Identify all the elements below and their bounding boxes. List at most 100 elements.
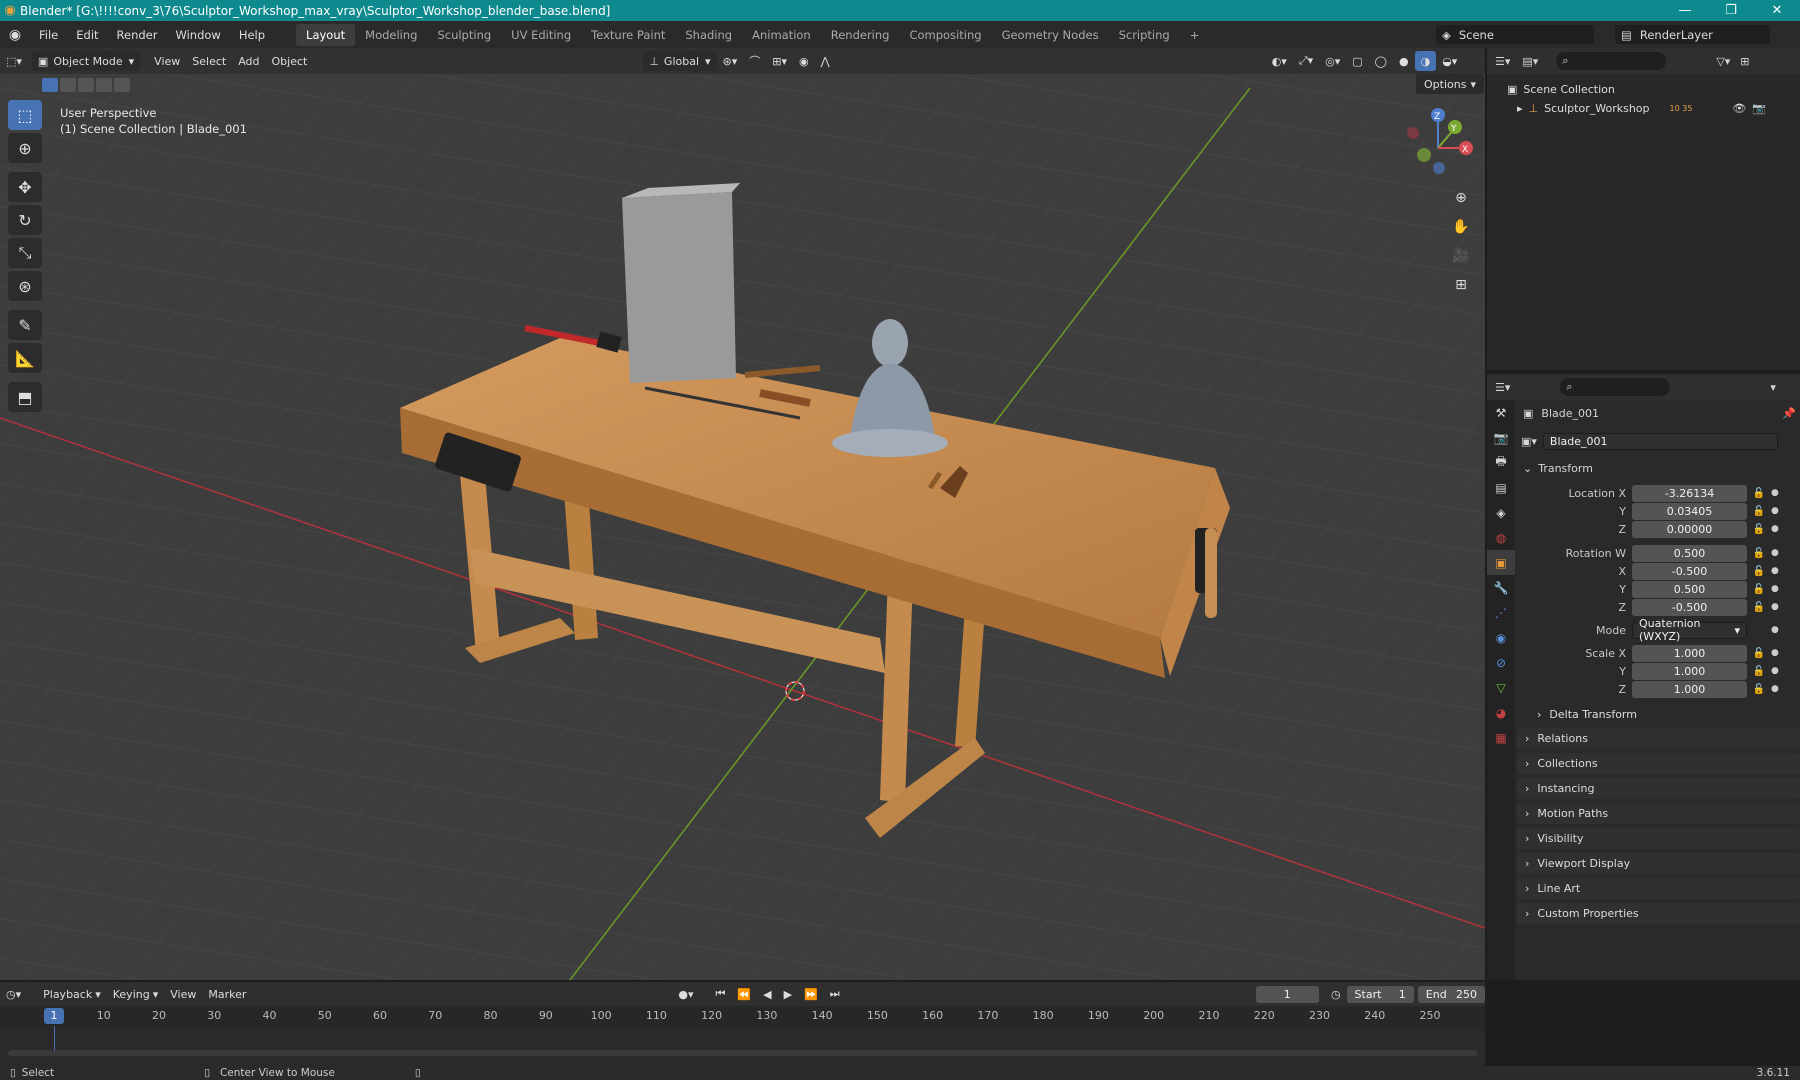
zoom-icon[interactable]: ⊕ bbox=[1448, 185, 1474, 211]
measure-tool-icon[interactable]: 📐 bbox=[8, 343, 42, 373]
select-new-icon[interactable] bbox=[42, 78, 58, 92]
pivot-point-icon[interactable]: ⊛▾ bbox=[717, 51, 744, 71]
workspace-tab[interactable]: UV Editing bbox=[501, 24, 581, 46]
pan-hand-icon[interactable]: ✋ bbox=[1448, 214, 1474, 240]
workspace-tab[interactable]: Rendering bbox=[821, 24, 900, 46]
current-frame-field[interactable]: 1 bbox=[1255, 985, 1319, 1003]
custom-properties-panel[interactable]: › Custom Properties bbox=[1517, 903, 1800, 924]
keyframe-dot-icon[interactable]: ● bbox=[1771, 524, 1781, 534]
select-subtract-icon[interactable] bbox=[78, 78, 94, 92]
move-tool-icon[interactable]: ✥ bbox=[8, 172, 42, 202]
location-z-field[interactable]: 0.00000 bbox=[1632, 520, 1747, 538]
keyframe-dot-icon[interactable]: ● bbox=[1771, 506, 1781, 516]
select-extend-icon[interactable] bbox=[60, 78, 76, 92]
location-y-field[interactable]: 0.03405 bbox=[1632, 502, 1747, 520]
minimize-button[interactable]: — bbox=[1662, 3, 1708, 18]
collections-panel[interactable]: › Collections bbox=[1517, 753, 1800, 774]
world-tab-icon[interactable]: ◍ bbox=[1487, 525, 1515, 550]
workspace-tab[interactable]: Sculpting bbox=[427, 24, 501, 46]
rotation-mode-dropdown[interactable]: Quaternion (WXYZ) ▾ bbox=[1632, 617, 1747, 643]
add-workspace-button[interactable]: + bbox=[1180, 24, 1210, 46]
options-dropdown[interactable]: Options ▾ bbox=[1416, 74, 1484, 94]
tool-tab-icon[interactable]: ⚒ bbox=[1487, 400, 1515, 425]
xray-icon[interactable]: ▢ bbox=[1346, 51, 1368, 71]
physics-tab-icon[interactable]: ◉ bbox=[1487, 625, 1515, 650]
render-tab-icon[interactable]: 📷 bbox=[1487, 425, 1515, 450]
keyframe-dot-icon[interactable]: ● bbox=[1771, 666, 1781, 676]
blender-menu-icon[interactable]: ◉ bbox=[0, 27, 30, 43]
cursor-tool-icon[interactable]: ⊕ bbox=[8, 133, 42, 163]
ortho-grid-icon[interactable]: ⊞ bbox=[1448, 272, 1474, 298]
keyframe-dot-icon[interactable]: ● bbox=[1771, 602, 1781, 612]
lock-icon[interactable]: 🔓 bbox=[1747, 524, 1771, 535]
lock-icon[interactable]: 🔓 bbox=[1747, 648, 1771, 659]
scene-tab-icon[interactable]: ◈ bbox=[1487, 500, 1515, 525]
frame-ruler[interactable]: 1 10 20 30 40 50 60 70 80 90 100 110 120 130 140 150 160… bbox=[0, 1006, 1485, 1026]
data-tab-icon[interactable]: ▽ bbox=[1487, 675, 1515, 700]
menu-edit[interactable]: Edit bbox=[67, 28, 107, 42]
scene-selector[interactable]: ◈ Scene bbox=[1436, 25, 1594, 44]
select-box-tool-icon[interactable]: ⬚ bbox=[8, 100, 42, 130]
end-frame-field[interactable]: End 250 bbox=[1417, 985, 1486, 1003]
expand-arrow-icon[interactable]: ▸ bbox=[1517, 102, 1523, 115]
menu-window[interactable]: Window bbox=[166, 28, 229, 42]
new-collection-icon[interactable]: ⊞ bbox=[1740, 55, 1749, 68]
filter-icon[interactable]: ▽▾ bbox=[1716, 55, 1730, 68]
menu-help[interactable]: Help bbox=[230, 28, 274, 42]
menu-render[interactable]: Render bbox=[108, 28, 167, 42]
workspace-tab[interactable]: Scripting bbox=[1109, 24, 1180, 46]
properties-editor-icon[interactable]: ☰▾ bbox=[1495, 381, 1510, 394]
viewport-menu-object[interactable]: Object bbox=[266, 51, 314, 71]
outliner-search-input[interactable]: ⌕ bbox=[1556, 52, 1667, 70]
workspace-tab[interactable]: Texture Paint bbox=[581, 24, 675, 46]
lock-icon[interactable]: 🔓 bbox=[1747, 506, 1771, 517]
close-button[interactable]: ✕ bbox=[1754, 3, 1800, 18]
keyframe-dot-icon[interactable]: ● bbox=[1771, 488, 1781, 498]
visibility-panel[interactable]: › Visibility bbox=[1517, 828, 1800, 849]
transform-orientation-selector[interactable]: ⊥ Global ▾ bbox=[643, 51, 717, 71]
workspace-tab[interactable]: Shading bbox=[675, 24, 742, 46]
prev-keyframe-icon[interactable]: ⏪ bbox=[731, 984, 757, 1004]
lock-icon[interactable]: 🔓 bbox=[1747, 666, 1771, 677]
lock-icon[interactable]: 🔓 bbox=[1747, 602, 1771, 613]
instancing-panel[interactable]: › Instancing bbox=[1517, 778, 1800, 799]
render-camera-icon[interactable]: 📷 bbox=[1752, 102, 1766, 115]
outliner-row-scene-collection[interactable]: ▣ Scene Collection bbox=[1487, 80, 1800, 99]
preview-range-icon[interactable]: ◷ bbox=[1325, 984, 1347, 1004]
keyframe-dot-icon[interactable]: ● bbox=[1771, 566, 1781, 576]
rotate-tool-icon[interactable]: ↻ bbox=[8, 205, 42, 235]
jump-start-icon[interactable]: ⏮ bbox=[710, 984, 732, 1004]
scale-y-field[interactable]: 1.000 bbox=[1632, 662, 1747, 680]
lock-icon[interactable]: 🔓 bbox=[1747, 584, 1771, 595]
particles-tab-icon[interactable]: ⋰ bbox=[1487, 600, 1515, 625]
snap-target-icon[interactable]: ⊞▾ bbox=[766, 51, 793, 71]
keyframe-dot-icon[interactable]: ● bbox=[1771, 584, 1781, 594]
next-keyframe-icon[interactable]: ⏩ bbox=[798, 984, 824, 1004]
transform-panel-header[interactable]: ⌄ Transform bbox=[1517, 459, 1800, 477]
keying-menu[interactable]: Keying ▾ bbox=[107, 984, 164, 1004]
timeline-editor-type-icon[interactable]: ◷▾ bbox=[0, 984, 27, 1004]
location-x-field[interactable]: -3.26134 bbox=[1632, 484, 1747, 502]
marker-menu[interactable]: Marker bbox=[202, 984, 252, 1004]
rotation-y-field[interactable]: 0.500 bbox=[1632, 580, 1747, 598]
keyframe-dot-icon[interactable]: ● bbox=[1771, 548, 1781, 558]
workspace-tab[interactable]: Animation bbox=[742, 24, 821, 46]
display-mode-icon[interactable]: ▤▾ bbox=[1522, 55, 1538, 68]
texture-tab-icon[interactable]: ▦ bbox=[1487, 725, 1515, 750]
stone-block-model[interactable] bbox=[622, 183, 740, 383]
add-cube-tool-icon[interactable]: ⬒ bbox=[8, 382, 42, 412]
autokey-record-icon[interactable]: ●▾ bbox=[672, 984, 699, 1004]
viewport-menu-add[interactable]: Add bbox=[232, 51, 265, 71]
select-intersect-icon[interactable] bbox=[114, 78, 130, 92]
solid-shading-icon[interactable]: ● bbox=[1393, 51, 1415, 71]
output-tab-icon[interactable]: 🖶 bbox=[1487, 450, 1515, 475]
motion-paths-panel[interactable]: › Motion Paths bbox=[1517, 803, 1800, 824]
jump-end-icon[interactable]: ⏭ bbox=[824, 984, 846, 1004]
menu-file[interactable]: File bbox=[30, 28, 67, 42]
play-reverse-icon[interactable]: ◀ bbox=[757, 984, 777, 1004]
material-shading-icon[interactable]: ◑ bbox=[1414, 51, 1437, 71]
viewport-menu-select[interactable]: Select bbox=[186, 51, 232, 71]
keyframe-dot-icon[interactable]: ● bbox=[1771, 684, 1781, 694]
workspace-tab[interactable]: Layout bbox=[296, 23, 356, 46]
viewport-menu-view[interactable]: View bbox=[148, 51, 186, 71]
